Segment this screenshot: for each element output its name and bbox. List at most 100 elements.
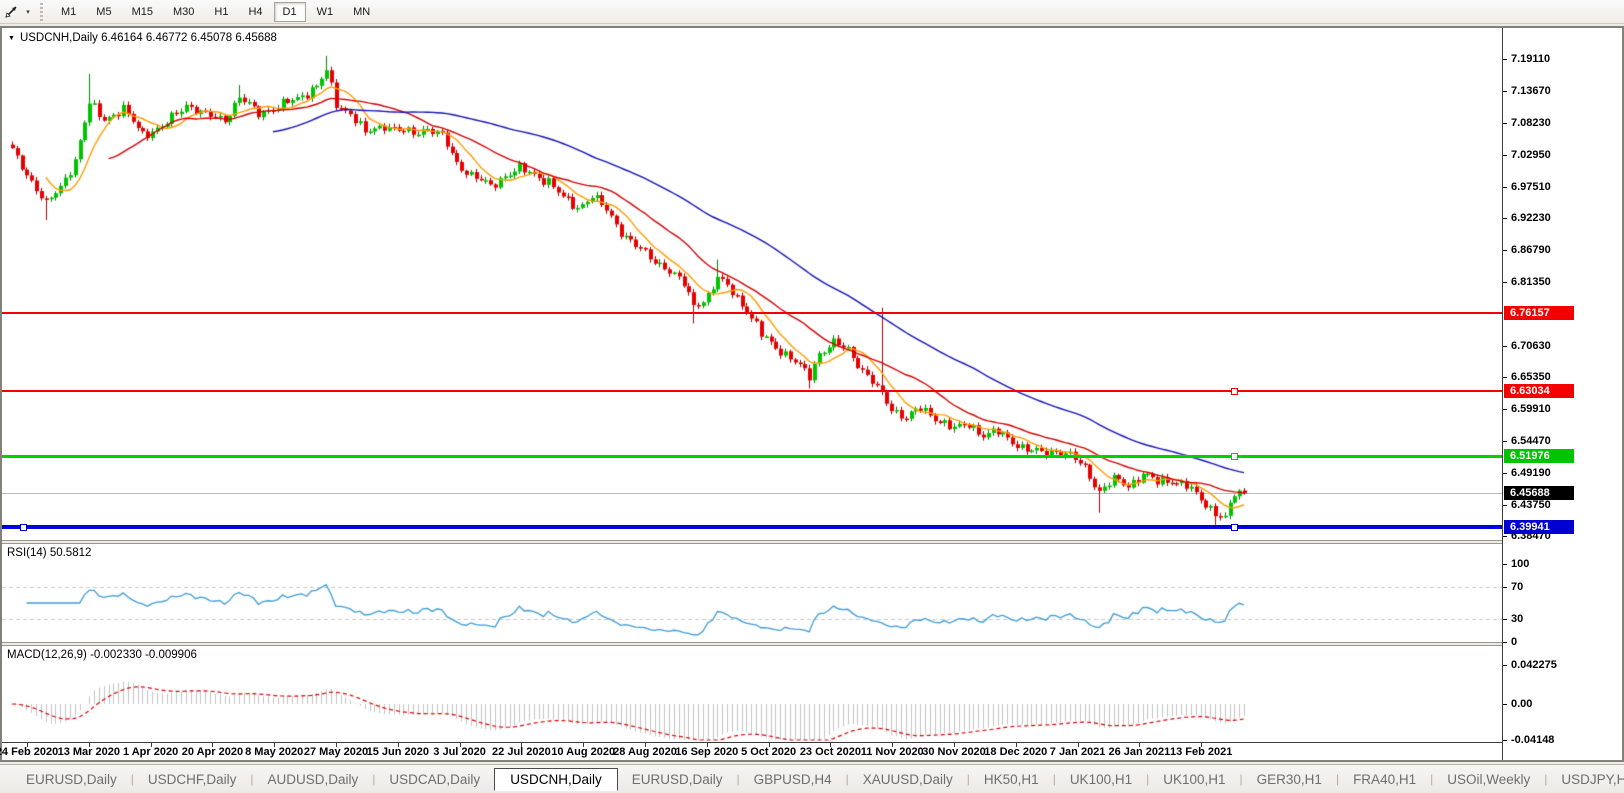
macd-canvas[interactable] [2, 646, 1502, 742]
cursor-tool-icon[interactable] [2, 3, 22, 21]
date-tick-label: 26 Jan 2021 [1108, 746, 1171, 758]
date-tick-mark [892, 743, 893, 747]
macd-label: MACD(12,26,9) -0.002330 -0.009906 [7, 649, 197, 661]
date-tick-mark [583, 743, 584, 747]
chart-tab[interactable]: HK50,H1 [970, 769, 1053, 790]
date-tick-label: 3 Jul 2020 [433, 746, 486, 758]
line-handle[interactable] [1231, 387, 1238, 395]
chart-tab[interactable]: USDJPY,H1 [1547, 769, 1624, 790]
date-tick-mark [398, 743, 399, 747]
price-label-6.39941: 6.39941 [1504, 520, 1574, 535]
chart-tab[interactable]: USDCNH,Daily [494, 767, 618, 791]
date-tick-mark [707, 743, 708, 747]
date-tick-mark [645, 743, 646, 747]
pane-splitter[interactable] [2, 642, 1622, 646]
horizontal-line-6.39941[interactable] [2, 525, 1502, 530]
date-tick-label: 27 May 2020 [303, 746, 369, 758]
rsi-pane[interactable]: RSI(14) 50.5812 [2, 544, 1502, 642]
date-tick-label: 1 Apr 2020 [122, 746, 179, 758]
date-tick-label: 10 Aug 2020 [551, 746, 616, 758]
date-tick-mark [212, 743, 213, 747]
chart-tab[interactable]: USDCHF,Daily [134, 769, 251, 790]
price-tick-label: 0.042275 [1503, 658, 1557, 672]
tool-dropdown-icon[interactable]: ▾ [22, 8, 34, 16]
chart-tab[interactable]: UK100,H1 [1056, 769, 1146, 790]
toolbar-grip[interactable] [38, 2, 45, 21]
date-tick-mark [1078, 743, 1079, 747]
date-tick-label: 13 Feb 2021 [1170, 746, 1233, 758]
macd-pane[interactable]: MACD(12,26,9) -0.002330 -0.009906 [2, 646, 1502, 742]
date-tick-mark [27, 743, 28, 747]
mt4-application: ▾ M1 M5 M15 M30 H1 H4 D1 W1 MN ▼ USDCNH,Daily 6.… [0, 0, 1624, 793]
timeframe-group: M1 M5 M15 M30 H1 H4 D1 W1 MN [51, 0, 380, 24]
chart-tab[interactable]: USDCAD,Daily [375, 769, 494, 790]
chart-tab[interactable]: GER30,H1 [1243, 769, 1336, 790]
line-handle[interactable] [1231, 524, 1238, 532]
chart-tabs-bar: EURUSD,Daily | USDCHF,Daily | AUDUSD,Daily | U… [0, 764, 1624, 793]
price-tick-label: 6.86790 [1503, 243, 1551, 257]
price-tick-label: 7.19110 [1503, 52, 1550, 66]
price-chart-canvas[interactable] [2, 28, 1502, 540]
timeframe-button-h1[interactable]: H1 [205, 2, 237, 22]
date-tick-mark [521, 743, 522, 747]
chart-tab[interactable]: GBPUSD,H4 [740, 769, 846, 790]
price-tick-label: 7.08230 [1503, 116, 1551, 130]
date-tick-label: 30 Nov 2020 [922, 746, 986, 758]
chart-title[interactable]: ▼ USDCNH,Daily 6.46164 6.46772 6.45078 6… [8, 32, 277, 44]
timeframe-button-h4[interactable]: H4 [239, 2, 271, 22]
timeframe-button-w1[interactable]: W1 [308, 2, 343, 22]
date-tick-mark [830, 743, 831, 747]
price-label-6.51976: 6.51976 [1504, 449, 1574, 464]
date-tick-mark [89, 743, 90, 747]
timeframe-button-m5[interactable]: M5 [87, 2, 120, 22]
timeframe-button-m15[interactable]: M15 [123, 2, 162, 22]
date-tick-mark [151, 743, 152, 747]
date-tick-mark [1016, 743, 1017, 747]
timeframe-button-mn[interactable]: MN [344, 2, 379, 22]
chart-tab[interactable]: AUDUSD,Daily [254, 769, 373, 790]
horizontal-line-6.63034[interactable] [2, 389, 1502, 392]
price-tick-label: 0 [1503, 635, 1517, 649]
price-tick-label: 6.49190 [1503, 466, 1551, 480]
rsi-canvas[interactable] [2, 544, 1502, 642]
date-tick-label: 13 Mar 2020 [57, 746, 120, 758]
price-label-6.63034: 6.63034 [1504, 383, 1574, 398]
price-scale[interactable]: 7.19110 7.13670 7.08230 7.02950 6.97510 6.922… [1502, 28, 1622, 760]
date-tick-mark [336, 743, 337, 747]
timeframe-button-m30[interactable]: M30 [164, 2, 203, 22]
line-handle[interactable] [1231, 453, 1238, 461]
price-tick-label: 7.02950 [1503, 148, 1551, 162]
price-tick-label: 6.70630 [1503, 339, 1551, 353]
price-pane[interactable]: ▼ USDCNH,Daily 6.46164 6.46772 6.45078 6… [2, 28, 1502, 540]
chart-tab[interactable]: UK100,H1 [1149, 769, 1239, 790]
line-handle[interactable] [20, 524, 27, 532]
timeframe-button-d1[interactable]: D1 [273, 1, 306, 22]
price-tick-label: 6.97510 [1503, 180, 1551, 194]
chart-tab[interactable]: EURUSD,Daily [618, 769, 737, 790]
date-tick-label: 28 Aug 2020 [613, 746, 677, 758]
symbol-dropdown-icon[interactable]: ▼ [8, 35, 15, 42]
price-tick-label: -0.04148 [1503, 733, 1554, 747]
date-tick-label: 22 Jul 2020 [492, 746, 551, 758]
date-axis[interactable]: 24 Feb 2020 13 Mar 2020 1 Apr 2020 20 Apr 2… [0, 742, 1622, 760]
chart-tab[interactable]: XAUUSD,Daily [849, 769, 967, 790]
price-tick-label: 6.54470 [1503, 434, 1551, 448]
price-label-6.76157: 6.76157 [1504, 306, 1574, 321]
date-tick-label: 18 Dec 2020 [984, 746, 1048, 758]
date-tick-mark [460, 743, 461, 747]
chart-content: ▼ USDCNH,Daily 6.46164 6.46772 6.45078 6… [0, 28, 1622, 760]
horizontal-line-6.76157[interactable] [2, 312, 1502, 315]
price-tick-label: 30 [1503, 612, 1523, 626]
date-tick-label: 15 Jun 2020 [366, 746, 429, 758]
chart-title-text: USDCNH,Daily 6.46164 6.46772 6.45078 6.4… [19, 32, 277, 44]
price-tick-label: 100 [1503, 557, 1529, 571]
date-tick-mark [954, 743, 955, 747]
price-tick-label: 0.00 [1503, 697, 1532, 711]
chart-tab[interactable]: EURUSD,Daily [12, 769, 131, 790]
chart-tab[interactable]: FRA40,H1 [1339, 769, 1430, 790]
pane-splitter[interactable] [2, 540, 1622, 544]
chart-tab[interactable]: USOil,Weekly [1433, 769, 1544, 790]
timeframe-button-m1[interactable]: M1 [52, 2, 85, 22]
date-tick-label: 16 Sep 2020 [675, 746, 739, 758]
horizontal-line-6.51976[interactable] [2, 455, 1502, 459]
